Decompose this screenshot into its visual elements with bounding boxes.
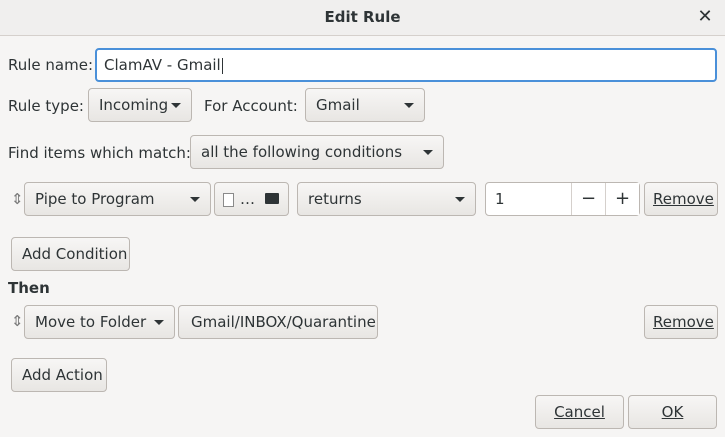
program-ellipsis: … <box>240 190 255 208</box>
chevron-down-icon <box>171 103 181 108</box>
action-type-dropdown[interactable]: Move to Folder <box>24 305 175 339</box>
file-icon <box>223 192 234 207</box>
rule-name-input[interactable]: ClamAV - Gmail <box>95 48 717 82</box>
account-label: For Account: <box>204 97 298 115</box>
cancel-button[interactable]: Cancel <box>535 395 624 429</box>
action-type-value: Move to Folder <box>35 313 147 331</box>
chevron-down-icon <box>423 150 433 155</box>
remove-condition-button[interactable]: Remove <box>644 182 718 216</box>
drag-handle-icon[interactable]: ⇕ <box>11 312 24 330</box>
title-bar: Edit Rule ✕ <box>0 0 725 36</box>
account-dropdown[interactable]: Gmail <box>305 88 425 122</box>
then-heading: Then <box>8 279 50 297</box>
comparison-dropdown[interactable]: returns <box>297 182 476 216</box>
rule-name-label: Rule name: <box>8 56 94 74</box>
account-value: Gmail <box>316 96 360 114</box>
text-cursor <box>221 57 223 74</box>
remove-action-button[interactable]: Remove <box>644 305 718 339</box>
drag-handle-icon[interactable]: ⇕ <box>11 190 24 208</box>
condition-type-dropdown[interactable]: Pipe to Program <box>24 182 211 216</box>
folder-open-icon <box>265 193 279 204</box>
match-dropdown[interactable]: all the following conditions <box>190 135 444 169</box>
dialog-title: Edit Rule <box>324 8 401 26</box>
program-chooser-button[interactable]: … <box>214 182 289 216</box>
add-condition-button[interactable]: Add Condition <box>11 237 130 271</box>
rule-type-label: Rule type: <box>8 97 84 115</box>
rule-type-dropdown[interactable]: Incoming <box>88 88 192 122</box>
chevron-down-icon <box>455 197 465 202</box>
increment-button[interactable]: + <box>605 183 639 215</box>
comparison-value: returns <box>308 190 362 208</box>
chevron-down-icon <box>404 103 414 108</box>
condition-value[interactable]: 1 <box>486 183 571 215</box>
decrement-button[interactable]: − <box>571 183 605 215</box>
chevron-down-icon <box>190 197 200 202</box>
match-label: Find items which match: <box>8 144 191 162</box>
close-icon[interactable]: ✕ <box>695 6 715 28</box>
add-action-button[interactable]: Add Action <box>11 358 107 392</box>
chevron-down-icon <box>154 320 164 325</box>
condition-value-spinner[interactable]: 1 − + <box>485 182 640 216</box>
match-value: all the following conditions <box>201 143 403 161</box>
ok-button[interactable]: OK <box>628 395 717 429</box>
rule-type-value: Incoming <box>99 96 169 114</box>
condition-type-value: Pipe to Program <box>35 190 155 208</box>
folder-chooser-button[interactable]: Gmail/INBOX/Quarantine <box>178 305 378 339</box>
